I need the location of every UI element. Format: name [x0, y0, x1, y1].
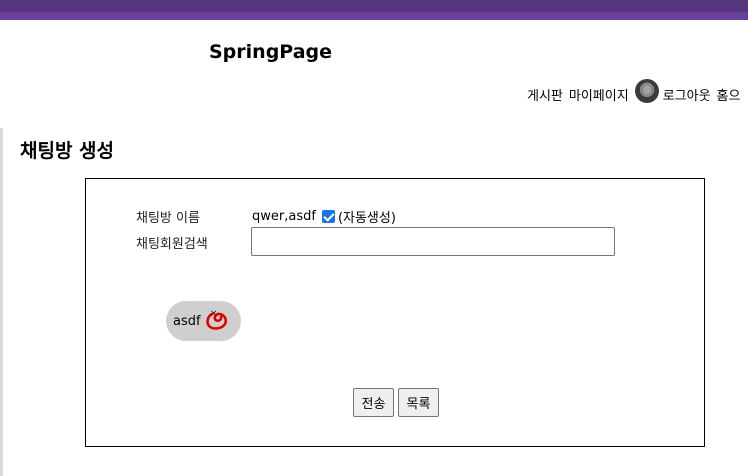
- site-title[interactable]: SpringPage: [209, 41, 332, 63]
- room-name-value-group: qwer,asdf (자동생성): [252, 207, 396, 226]
- chip-remove-button[interactable]: ×: [204, 308, 230, 332]
- member-search-label: 채팅회원검색: [136, 237, 208, 252]
- chatroom-form: 채팅방 이름 qwer,asdf (자동생성) 채팅회원검색 asdf × 전송…: [85, 178, 705, 447]
- selected-member-name: asdf: [173, 313, 201, 329]
- nav-logout-link[interactable]: 로그아웃: [663, 85, 711, 104]
- member-search-input[interactable]: [251, 227, 615, 256]
- selected-member-chip: asdf ×: [166, 301, 241, 341]
- top-bar-inner: [0, 0, 748, 12]
- nav-home-link[interactable]: 홈으: [717, 85, 741, 104]
- nav-mypage-link[interactable]: 마이페이지: [569, 85, 629, 104]
- list-button[interactable]: 목록: [398, 388, 439, 417]
- auto-generate-checkbox[interactable]: [321, 210, 335, 223]
- room-name-value: qwer,asdf: [252, 209, 316, 224]
- top-nav: 게시판 마이페이지 로그아웃 홈으: [527, 79, 746, 108]
- nav-board-link[interactable]: 게시판: [527, 85, 563, 104]
- avatar[interactable]: [634, 79, 659, 103]
- page-title: 채팅방 생성: [20, 140, 115, 162]
- close-icon: ×: [210, 309, 218, 319]
- auto-generate-label: (자동생성): [337, 211, 396, 226]
- top-bar: [0, 0, 748, 20]
- room-name-label: 채팅방 이름: [136, 211, 200, 226]
- submit-button[interactable]: 전송: [353, 388, 394, 417]
- left-divider: [0, 128, 3, 476]
